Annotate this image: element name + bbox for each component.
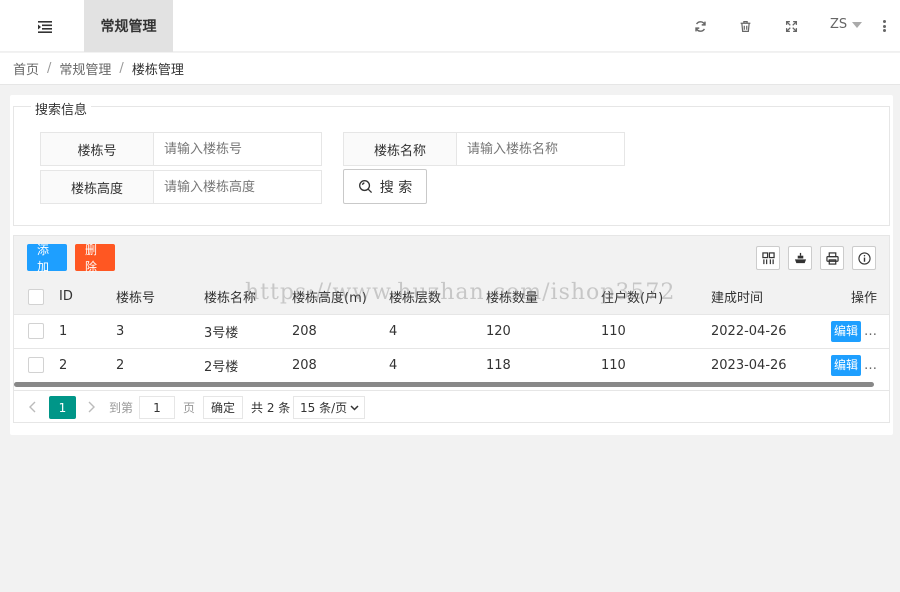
- cell-height: 208: [292, 357, 317, 373]
- cell-count: 118: [486, 357, 511, 373]
- column-header[interactable]: 住户数(户): [601, 280, 711, 314]
- more-vertical-icon[interactable]: [879, 18, 889, 34]
- cell-id: 1: [59, 323, 68, 339]
- cell-built: 2022-04-26: [711, 323, 787, 339]
- search-icon: [358, 180, 372, 194]
- goto-page-input[interactable]: [139, 396, 175, 419]
- row-checkbox[interactable]: [28, 357, 44, 374]
- table-row: 1 3 3号楼 208 4 120 110 2022-04-26 编辑…: [14, 314, 889, 348]
- table-header-row: ID 楼栋号 楼栋名称 楼栋高度(m) 楼栋层数 楼栋数量 住户数(户) 建成时…: [14, 280, 889, 314]
- table-toolbar: 添加 删除: [14, 236, 889, 280]
- select-all-checkbox[interactable]: [28, 288, 44, 305]
- chevron-left-icon[interactable]: [26, 399, 38, 415]
- fullscreen-icon[interactable]: [783, 18, 799, 34]
- goto-label: 到第: [109, 401, 134, 415]
- nav-item-routine-management[interactable]: 常规管理: [84, 0, 173, 52]
- menu-fold-icon[interactable]: [28, 16, 62, 38]
- chevron-down-icon: [852, 21, 863, 28]
- add-button[interactable]: 添加: [27, 243, 67, 274]
- cell-code: 3: [116, 323, 125, 339]
- user-name: ZS: [830, 17, 848, 32]
- trash-icon[interactable]: [737, 18, 753, 34]
- breadcrumb: 首页 / 常规管理 / 楼栋管理: [0, 53, 900, 85]
- cell-households: 110: [601, 357, 626, 373]
- data-table-panel: 添加 删除 ID 楼栋号 楼栋名称 楼栋高度(m) 楼栋层数 楼栋数量 住户数(…: [13, 235, 890, 423]
- chevron-right-icon[interactable]: [86, 399, 98, 415]
- cell-floors: 4: [389, 323, 398, 339]
- more-actions[interactable]: …: [864, 358, 877, 373]
- column-header[interactable]: 建成时间: [711, 280, 802, 314]
- main-card: 搜索信息 楼栋号 楼栋名称 楼栋高度 搜 索 添加 删除: [10, 95, 893, 435]
- breadcrumb-home[interactable]: 首页: [13, 59, 39, 78]
- search-button-label: 搜 索: [379, 179, 413, 196]
- building-name-field: 楼栋名称: [343, 132, 625, 166]
- search-button[interactable]: 搜 索: [343, 169, 427, 204]
- column-filter-icon[interactable]: [756, 246, 780, 270]
- breadcrumb-current: 楼栋管理: [131, 63, 184, 78]
- edit-button[interactable]: 编辑: [831, 354, 861, 376]
- building-table: ID 楼栋号 楼栋名称 楼栋高度(m) 楼栋层数 楼栋数量 住户数(户) 建成时…: [14, 280, 889, 382]
- column-header[interactable]: 操作: [802, 280, 889, 314]
- cell-id: 2: [59, 357, 68, 373]
- building-code-field: 楼栋号: [40, 132, 322, 166]
- goto-confirm-button[interactable]: 确定: [203, 396, 243, 419]
- row-checkbox[interactable]: [28, 323, 44, 339]
- column-header[interactable]: 楼栋数量: [486, 280, 601, 314]
- top-header: 常规管理 ZS: [0, 0, 900, 52]
- user-menu[interactable]: ZS: [830, 17, 863, 32]
- cell-code: 2: [116, 357, 125, 373]
- field-label: 楼栋号: [40, 132, 154, 166]
- breadcrumb-routine[interactable]: 常规管理: [59, 59, 111, 78]
- delete-button[interactable]: 删除: [75, 243, 115, 274]
- page-current[interactable]: 1: [49, 396, 76, 419]
- cell-height: 208: [292, 323, 317, 339]
- cell-name: 2号楼: [204, 359, 239, 375]
- breadcrumb-separator: /: [119, 61, 124, 76]
- cell-households: 110: [601, 323, 626, 339]
- horizontal-scrollbar[interactable]: [14, 382, 874, 387]
- cell-count: 120: [486, 323, 511, 339]
- search-legend: 搜索信息: [31, 99, 92, 118]
- refresh-icon[interactable]: [692, 18, 708, 34]
- page-size-select[interactable]: 15 条/页: [293, 396, 365, 419]
- edit-button[interactable]: 编辑: [831, 320, 861, 342]
- column-header[interactable]: 楼栋层数: [389, 280, 486, 314]
- column-header[interactable]: ID: [59, 280, 116, 314]
- page-unit-label: 页: [183, 401, 196, 415]
- building-code-input[interactable]: [154, 132, 322, 166]
- pagination: 1 到第 页 确定 共 2 条 15 条/页: [14, 390, 889, 422]
- total-count: 共 2 条: [251, 401, 291, 415]
- breadcrumb-separator: /: [47, 61, 52, 76]
- chevron-down-icon: [350, 405, 359, 411]
- column-header[interactable]: 楼栋高度(m): [292, 280, 389, 314]
- cell-name: 3号楼: [204, 325, 239, 341]
- info-icon[interactable]: [852, 246, 876, 270]
- column-header[interactable]: 楼栋号: [116, 280, 204, 314]
- search-panel: 搜索信息 楼栋号 楼栋名称 楼栋高度 搜 索: [13, 99, 890, 226]
- column-header[interactable]: 楼栋名称: [204, 280, 292, 314]
- export-icon[interactable]: [788, 246, 812, 270]
- page-size-value: 15 条/页: [300, 401, 348, 415]
- more-actions[interactable]: …: [864, 324, 877, 339]
- table-row: 2 2 2号楼 208 4 118 110 2023-04-26 编辑…: [14, 348, 889, 382]
- field-label: 楼栋高度: [40, 170, 154, 204]
- print-icon[interactable]: [820, 246, 844, 270]
- building-height-field: 楼栋高度: [40, 170, 322, 204]
- cell-floors: 4: [389, 357, 398, 373]
- building-height-input[interactable]: [154, 170, 322, 204]
- cell-built: 2023-04-26: [711, 357, 787, 373]
- building-name-input[interactable]: [457, 132, 625, 166]
- field-label: 楼栋名称: [343, 132, 457, 166]
